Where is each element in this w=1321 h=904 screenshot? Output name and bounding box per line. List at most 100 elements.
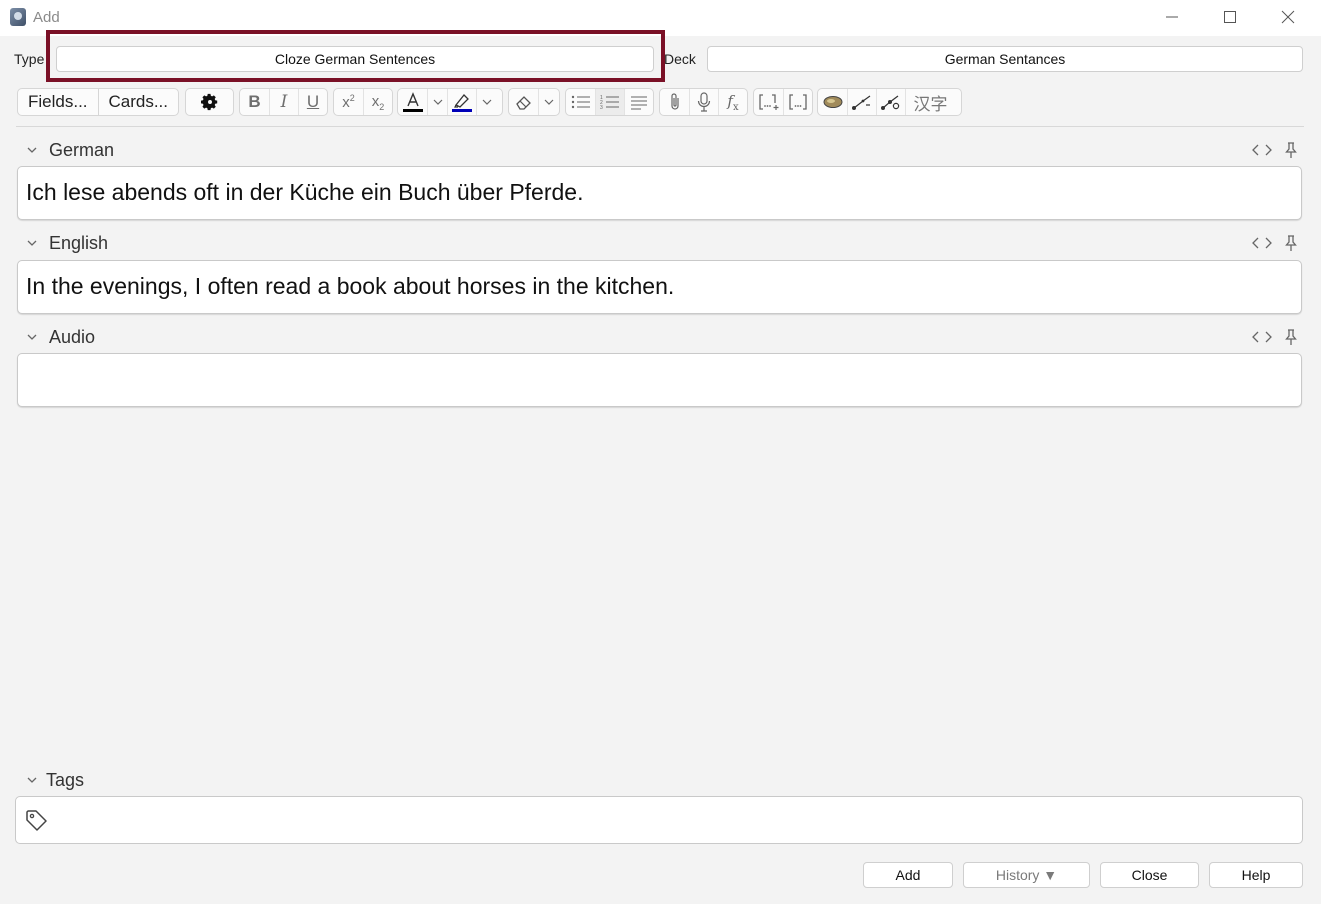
- toolbar-divider: [16, 126, 1304, 127]
- subscript-icon: x2: [371, 92, 385, 112]
- media-group: fx: [659, 88, 748, 116]
- highlight-color-dropdown[interactable]: [476, 89, 496, 115]
- tag-icon: [26, 810, 47, 831]
- svg-text:3: 3: [600, 105, 603, 110]
- html-editor-icon[interactable]: [1252, 330, 1272, 344]
- history-button[interactable]: History ▼: [963, 862, 1090, 888]
- tags-label: Tags: [46, 770, 85, 790]
- italic-icon: I: [280, 92, 288, 112]
- field-editor-english[interactable]: In the evenings, I often read a book abo…: [17, 260, 1302, 314]
- cloze-same-button[interactable]: [783, 89, 812, 115]
- chevron-down-icon[interactable]: [25, 236, 39, 250]
- maximize-button[interactable]: [1201, 0, 1259, 34]
- tags-header[interactable]: Tags: [16, 769, 316, 791]
- deck-label: Deck: [664, 51, 696, 67]
- subscript-button[interactable]: x2: [363, 89, 392, 115]
- bullet-list-button[interactable]: [566, 89, 595, 115]
- numbered-list-button[interactable]: 123: [595, 89, 624, 115]
- add-button[interactable]: Add: [863, 862, 953, 888]
- type-label: Type: [14, 51, 45, 67]
- close-window-button[interactable]: [1259, 0, 1317, 34]
- cards-button[interactable]: Cards...: [98, 89, 178, 115]
- pin-icon[interactable]: [1283, 141, 1299, 159]
- eraser-group: [508, 88, 560, 116]
- minimize-icon: [1166, 16, 1178, 18]
- bullet-list-icon: [571, 95, 590, 109]
- tags-input[interactable]: [15, 796, 1303, 844]
- cloze-group: [753, 88, 813, 116]
- addon-button-2[interactable]: [847, 89, 876, 115]
- format-group: B I U: [239, 88, 328, 116]
- field-editor-german[interactable]: Ich lese abends oft in der Küche ein Buc…: [17, 166, 1302, 220]
- highlighter-icon: [452, 94, 472, 112]
- cloze-same-icon: [789, 94, 807, 110]
- minimize-button[interactable]: [1143, 0, 1201, 34]
- note-type-button[interactable]: Cloze German Sentences: [56, 46, 654, 72]
- chevron-down-icon[interactable]: [25, 773, 39, 787]
- cloze-new-icon: [758, 94, 778, 110]
- bold-icon: B: [248, 92, 261, 111]
- options-group: [185, 88, 234, 116]
- field-label: Audio: [49, 327, 96, 347]
- pin-icon[interactable]: [1283, 328, 1299, 346]
- function-icon: fx: [727, 91, 739, 113]
- microphone-icon: [697, 92, 711, 112]
- html-editor-icon[interactable]: [1252, 143, 1272, 157]
- addon-button-3[interactable]: [876, 89, 905, 115]
- align-button[interactable]: [624, 89, 653, 115]
- options-button[interactable]: [186, 89, 233, 115]
- cloze-new-button[interactable]: [754, 89, 783, 115]
- close-icon: [1281, 10, 1295, 24]
- node-draw-icon: [881, 95, 900, 110]
- title-bar: [0, 0, 1321, 36]
- attach-button[interactable]: [660, 89, 689, 115]
- pin-icon[interactable]: [1283, 234, 1299, 252]
- color-group: [397, 88, 503, 116]
- maximize-icon: [1224, 11, 1236, 23]
- field-editor-audio[interactable]: [17, 353, 1302, 407]
- chevron-down-icon: [544, 99, 553, 105]
- fields-cards-group: Fields... Cards...: [17, 88, 179, 116]
- underline-button[interactable]: U: [298, 89, 327, 115]
- eraser-icon: [515, 96, 531, 110]
- fields-button[interactable]: Fields...: [18, 89, 98, 115]
- oval-addon-icon: [823, 96, 842, 108]
- chevron-down-icon[interactable]: [25, 330, 39, 344]
- record-audio-button[interactable]: [689, 89, 718, 115]
- bold-button[interactable]: B: [240, 89, 269, 115]
- numbered-list-icon: 123: [600, 95, 619, 110]
- field-label: English: [49, 233, 109, 253]
- addon-group: 汉字: [817, 88, 962, 116]
- clear-formatting-dropdown[interactable]: [538, 89, 558, 115]
- chevron-down-icon[interactable]: [25, 143, 39, 157]
- field-header-english[interactable]: English: [16, 232, 1304, 254]
- addon-button-1[interactable]: [818, 89, 847, 115]
- text-color-icon: [402, 92, 423, 112]
- field-header-audio[interactable]: Audio: [16, 326, 1304, 348]
- window-title: Add: [33, 9, 60, 26]
- paperclip-icon: [670, 93, 679, 110]
- chevron-down-icon: [433, 99, 442, 105]
- chevron-down-icon: [482, 99, 491, 105]
- highlight-color-button[interactable]: [447, 89, 476, 115]
- script-group: x2 x2: [333, 88, 393, 116]
- deck-button[interactable]: German Sentances: [707, 46, 1303, 72]
- clear-formatting-button[interactable]: [509, 89, 538, 115]
- field-label: German: [49, 140, 115, 160]
- equation-button[interactable]: fx: [718, 89, 747, 115]
- superscript-icon: x2: [342, 93, 355, 111]
- cjk-button[interactable]: 汉字: [905, 89, 955, 115]
- text-color-button[interactable]: [398, 89, 427, 115]
- field-header-german[interactable]: German: [16, 139, 1304, 161]
- list-group: 123: [565, 88, 654, 116]
- html-editor-icon[interactable]: [1252, 236, 1272, 250]
- close-button[interactable]: Close: [1100, 862, 1199, 888]
- align-left-icon: [631, 96, 647, 110]
- superscript-button[interactable]: x2: [334, 89, 363, 115]
- gear-icon: [200, 93, 217, 111]
- underline-icon: U: [306, 92, 320, 111]
- line-draw-icon: [852, 95, 871, 110]
- help-button[interactable]: Help: [1209, 862, 1303, 888]
- italic-button[interactable]: I: [269, 89, 298, 115]
- text-color-dropdown[interactable]: [427, 89, 447, 115]
